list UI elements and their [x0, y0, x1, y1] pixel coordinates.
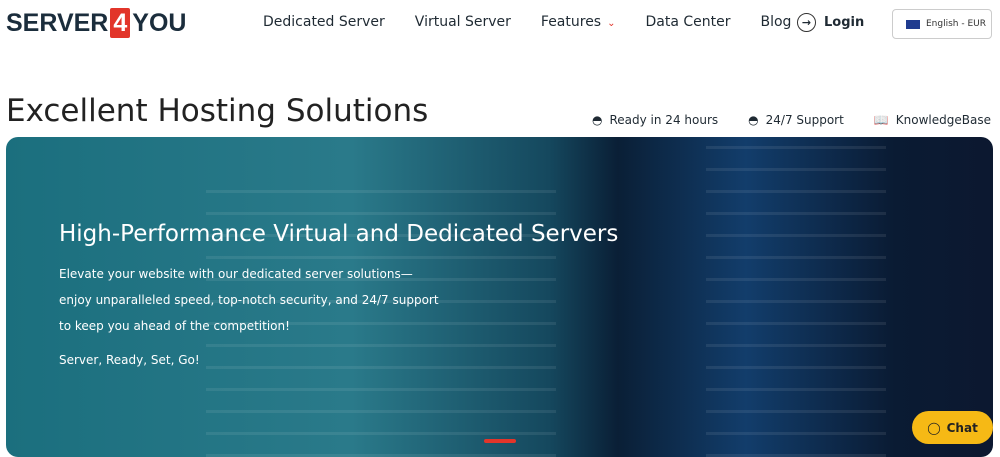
- speedometer-icon: ◓: [592, 113, 603, 127]
- book-icon: 📖: [873, 113, 889, 127]
- login-label: Login: [824, 15, 865, 30]
- nav-features-label: Features: [540, 14, 602, 30]
- nav-features[interactable]: Features ⌄: [541, 14, 616, 30]
- feature-label: Ready in 24 hours: [609, 113, 719, 127]
- carousel-indicator[interactable]: [484, 439, 516, 443]
- chat-button[interactable]: ◯ Chat: [912, 411, 993, 444]
- feature-support[interactable]: ◓ 24/7 Support: [748, 113, 844, 127]
- speedometer-icon: ◓: [748, 113, 759, 127]
- logo-text: SERVER: [6, 8, 109, 37]
- hero-tagline: Server, Ready, Set, Go!: [59, 353, 200, 367]
- nav-virtual-server[interactable]: Virtual Server: [415, 14, 511, 30]
- login-button[interactable]: → Login: [797, 13, 864, 32]
- nav-dedicated-server[interactable]: Dedicated Server: [263, 14, 385, 30]
- hero-body: Elevate your website with our dedicated …: [59, 267, 439, 333]
- server-rack-image: [706, 137, 886, 457]
- page-title: Excellent Hosting Solutions: [6, 93, 429, 129]
- hero-heading: High-Performance Virtual and Dedicated S…: [59, 221, 619, 247]
- nav-blog[interactable]: Blog: [761, 14, 792, 30]
- logo-four: 4: [110, 8, 131, 38]
- main-nav: Dedicated Server Virtual Server Features…: [263, 14, 791, 30]
- nav-data-center[interactable]: Data Center: [646, 14, 731, 30]
- language-label: English - EUR: [926, 19, 986, 29]
- logo[interactable]: SERVER 4 YOU: [6, 8, 186, 38]
- feature-ready[interactable]: ◓ Ready in 24 hours: [592, 113, 718, 127]
- chat-label: Chat: [946, 420, 978, 435]
- hero-banner: High-Performance Virtual and Dedicated S…: [6, 137, 993, 457]
- logo-text: YOU: [132, 8, 187, 37]
- chat-bubble-icon: ◯: [927, 420, 941, 435]
- feature-links: ◓ Ready in 24 hours ◓ 24/7 Support 📖 Knowle…: [592, 113, 991, 127]
- feature-knowledgebase[interactable]: 📖 KnowledgeBase: [874, 113, 991, 127]
- eu-flag-icon: [906, 19, 920, 29]
- feature-label: 24/7 Support: [765, 113, 844, 127]
- language-selector[interactable]: English - EUR: [892, 9, 992, 39]
- login-icon: →: [797, 13, 816, 32]
- chevron-down-icon: ⌄: [607, 18, 616, 29]
- feature-label: KnowledgeBase: [895, 113, 991, 127]
